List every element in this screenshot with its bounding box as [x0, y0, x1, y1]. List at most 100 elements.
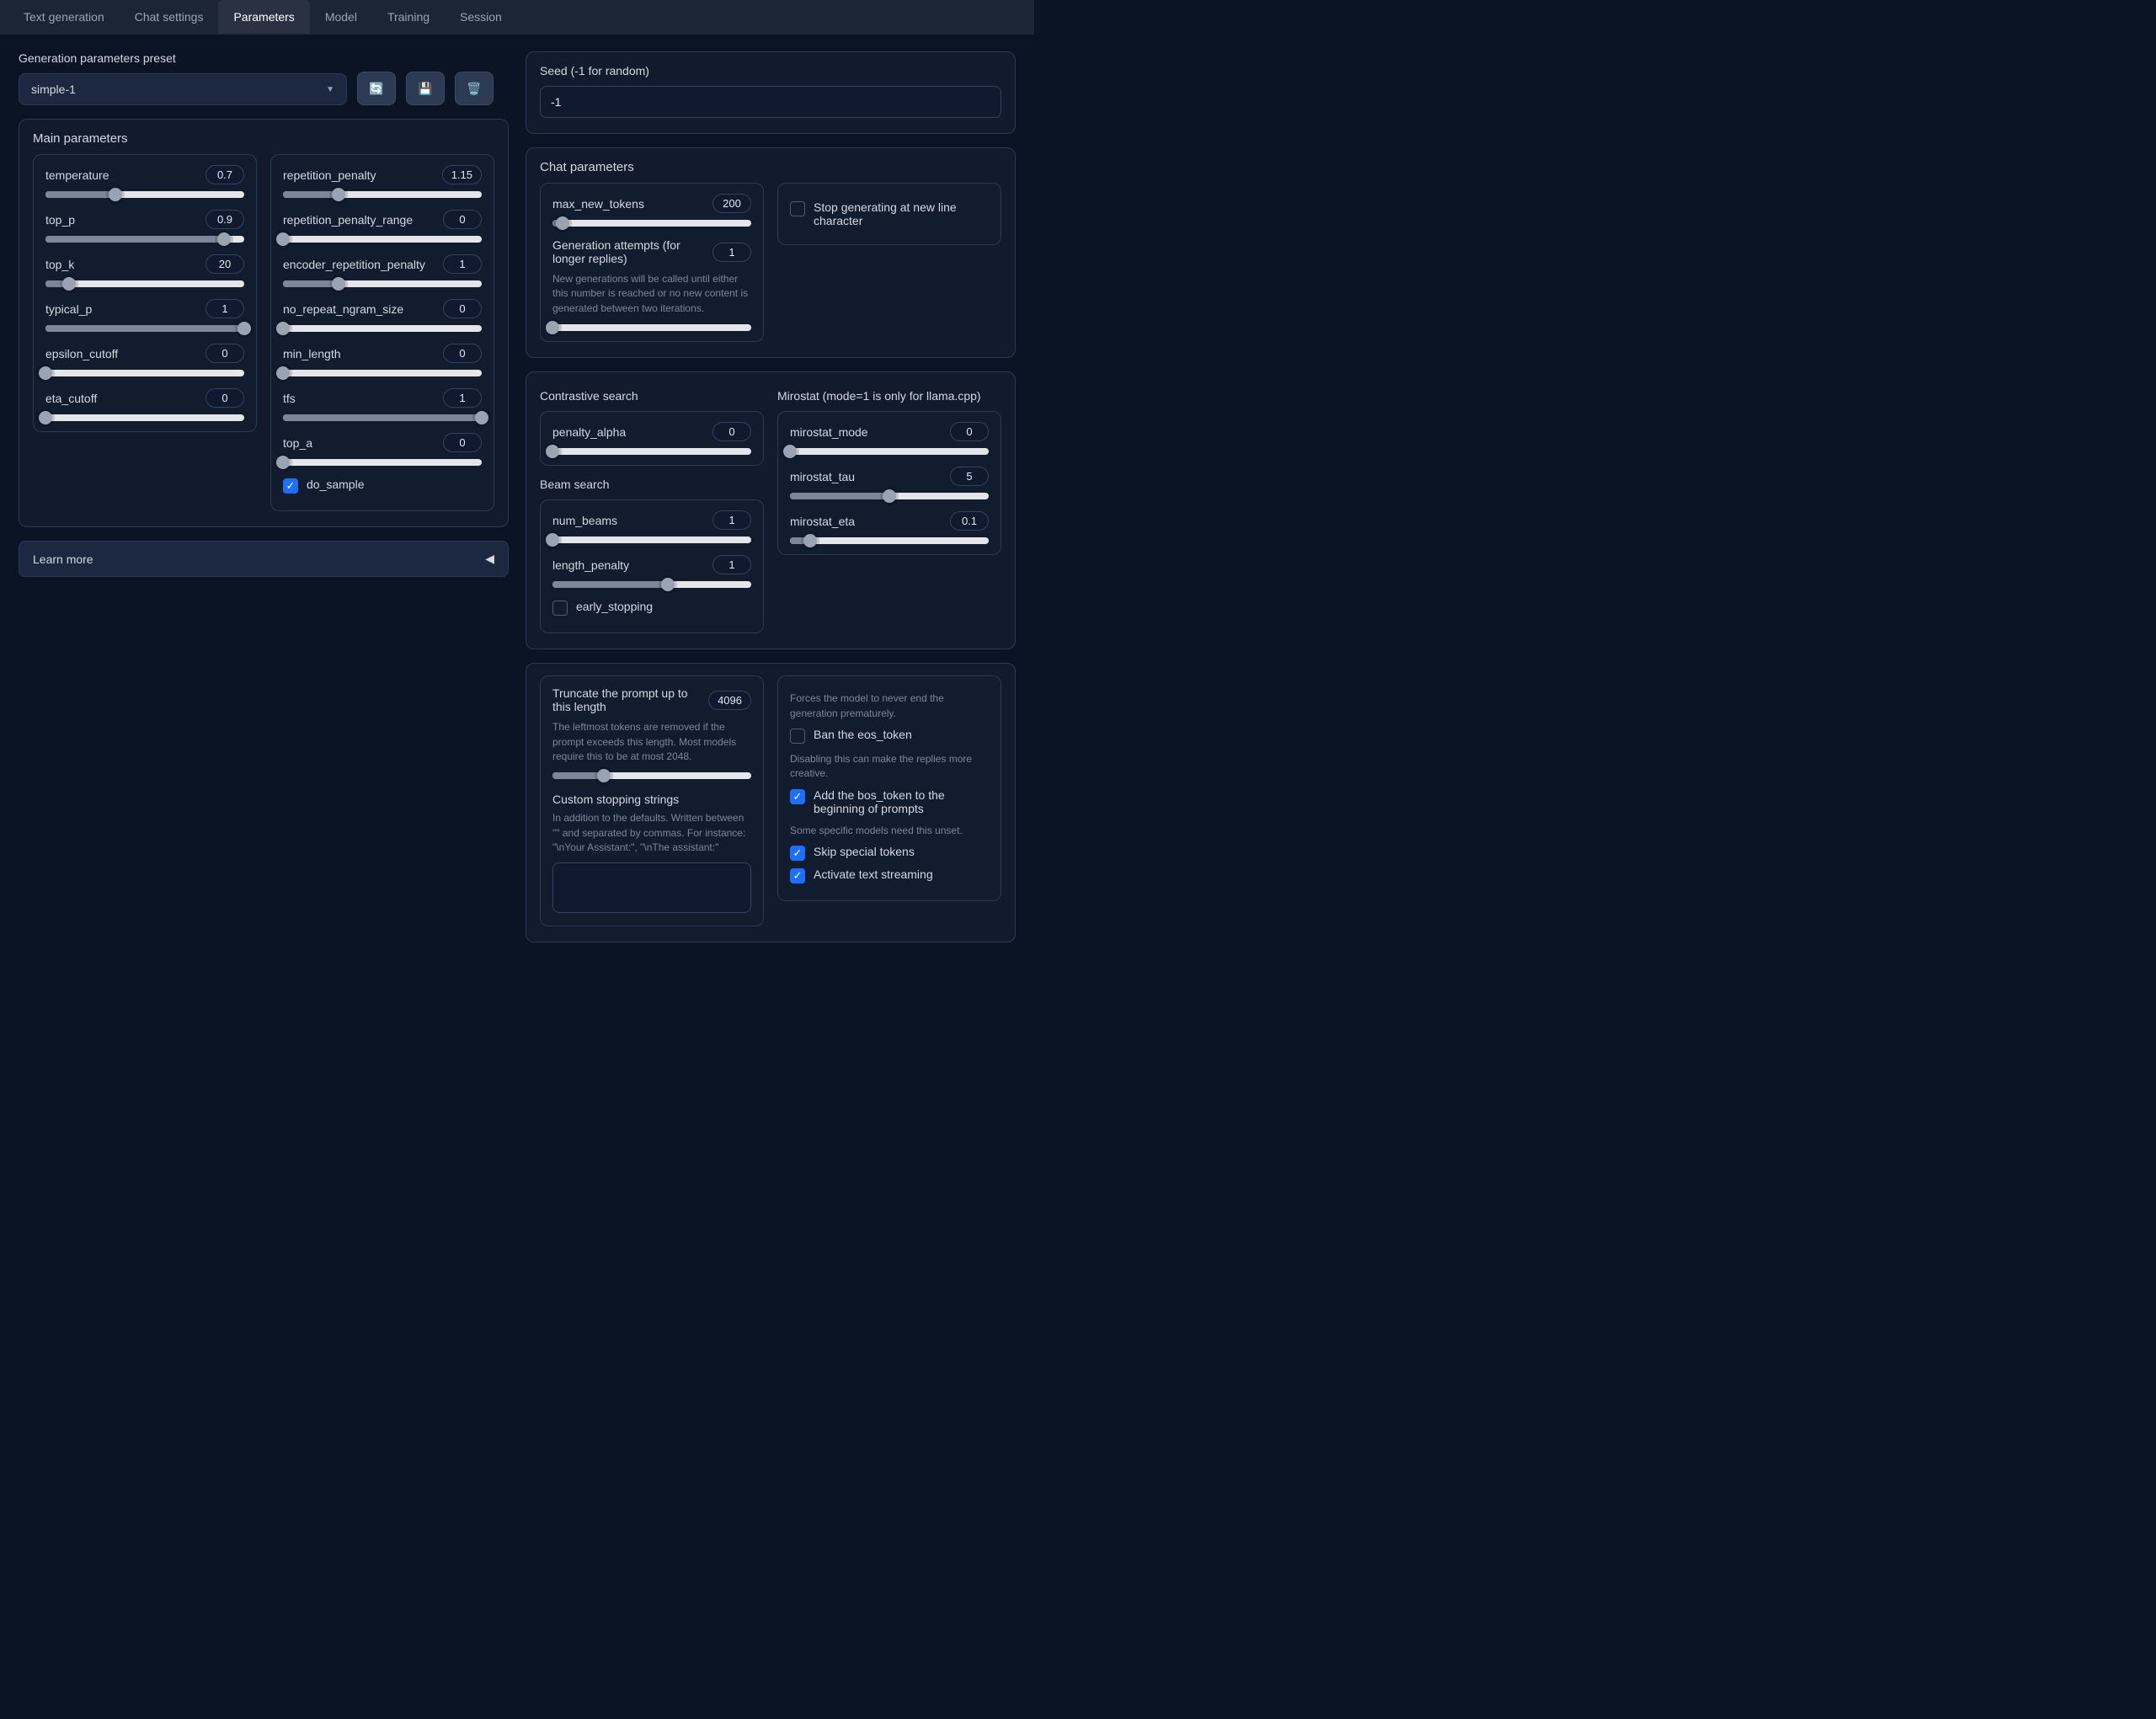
eta_cutoff-value[interactable]: 0 [205, 388, 244, 408]
stop-newline-checkbox[interactable]: Stop generating at new line character [790, 200, 989, 227]
length-penalty-slider[interactable] [552, 581, 751, 588]
top_k-slider[interactable] [45, 280, 244, 287]
mirostat-mode-value[interactable]: 0 [950, 422, 989, 441]
triangle-left-icon: ◀ [485, 552, 494, 566]
learn-more-toggle[interactable]: Learn more ◀ [19, 541, 509, 577]
truncate-value[interactable]: 4096 [708, 691, 751, 710]
seed-label: Seed (-1 for random) [540, 64, 1001, 77]
generation-attempts-slider[interactable] [552, 324, 751, 331]
learn-more-label: Learn more [33, 553, 93, 566]
no_repeat_ngram_size-value[interactable]: 0 [443, 299, 482, 318]
bottom-panel: Truncate the prompt up to this length 40… [526, 663, 1016, 942]
mirostat-tau-slider-row: mirostat_tau5 [790, 467, 989, 499]
flags-box: Forces the model to never end the genera… [777, 675, 1001, 901]
temperature-slider[interactable] [45, 191, 244, 198]
checkbox-box: ✓ [790, 868, 805, 884]
repetition_penalty_range-value[interactable]: 0 [443, 210, 482, 229]
mirostat-eta-value[interactable]: 0.1 [950, 511, 989, 531]
penalty-alpha-value[interactable]: 0 [712, 422, 751, 441]
epsilon_cutoff-label: epsilon_cutoff [45, 347, 118, 360]
checkbox-box: ✓ [790, 846, 805, 861]
typical_p-slider[interactable] [45, 325, 244, 332]
top_p-slider[interactable] [45, 236, 244, 243]
main-parameters-col2: repetition_penalty1.15repetition_penalty… [270, 154, 494, 511]
length-penalty-value[interactable]: 1 [712, 555, 751, 574]
chat-params-col2: Stop generating at new line character [777, 183, 1001, 245]
do-sample-label: do_sample [307, 478, 365, 491]
tab-training[interactable]: Training [372, 0, 445, 34]
preset-delete-button[interactable]: 🗑️ [455, 72, 494, 105]
refresh-icon: 🔄 [369, 82, 383, 96]
skip-special-checkbox[interactable]: ✓ Skip special tokens [790, 845, 989, 861]
penalty-alpha-slider[interactable] [552, 448, 751, 455]
preset-value: simple-1 [31, 83, 76, 96]
mirostat-mode-label: mirostat_mode [790, 425, 868, 439]
tfs-slider[interactable] [283, 414, 482, 421]
mirostat-tau-slider[interactable] [790, 493, 989, 499]
top_k-value[interactable]: 20 [205, 254, 244, 274]
top_a-value[interactable]: 0 [443, 433, 482, 452]
tab-text-generation[interactable]: Text generation [8, 0, 120, 34]
tab-chat-settings[interactable]: Chat settings [120, 0, 219, 34]
min_length-slider[interactable] [283, 370, 482, 376]
preset-select[interactable]: simple-1 ▼ [19, 73, 347, 105]
checkbox-box [790, 201, 805, 216]
do-sample-checkbox[interactable]: ✓do_sample [283, 478, 482, 494]
generation-attempts-value[interactable]: 1 [712, 243, 751, 262]
epsilon_cutoff-slider[interactable] [45, 370, 244, 376]
repetition_penalty-value[interactable]: 1.15 [442, 165, 482, 184]
mirostat-mode-slider[interactable] [790, 448, 989, 455]
mirostat-eta-slider-row: mirostat_eta0.1 [790, 511, 989, 544]
save-icon: 💾 [418, 82, 432, 96]
max-new-tokens-slider[interactable] [552, 220, 751, 227]
mirostat-title: Mirostat (mode=1 is only for llama.cpp) [777, 389, 1001, 403]
typical_p-value[interactable]: 1 [205, 299, 244, 318]
tfs-value[interactable]: 1 [443, 388, 482, 408]
eta_cutoff-label: eta_cutoff [45, 392, 97, 405]
epsilon_cutoff-value[interactable]: 0 [205, 344, 244, 363]
temperature-value[interactable]: 0.7 [205, 165, 244, 184]
eta_cutoff-slider[interactable] [45, 414, 244, 421]
length-penalty-label: length_penalty [552, 558, 629, 572]
repetition_penalty_range-slider-row: repetition_penalty_range 0 [283, 210, 482, 243]
early-stopping-label: early_stopping [576, 600, 653, 613]
beam-title: Beam search [540, 478, 764, 491]
main-parameters-panel: Main parameters temperature0.7top_p0.9to… [19, 119, 509, 527]
add-bos-checkbox[interactable]: ✓ Add the bos_token to the beginning of … [790, 788, 989, 815]
min_length-value[interactable]: 0 [443, 344, 482, 363]
num-beams-value[interactable]: 1 [712, 510, 751, 530]
mirostat-mode-slider-row: mirostat_mode 0 [790, 422, 989, 455]
max-new-tokens-label: max_new_tokens [552, 197, 644, 211]
encoder_repetition_penalty-value[interactable]: 1 [443, 254, 482, 274]
truncate-slider[interactable] [552, 772, 751, 779]
seed-input[interactable] [540, 86, 1001, 118]
activate-stream-checkbox[interactable]: ✓ Activate text streaming [790, 868, 989, 884]
num-beams-slider[interactable] [552, 537, 751, 543]
no_repeat_ngram_size-slider[interactable] [283, 325, 482, 332]
seed-panel: Seed (-1 for random) [526, 51, 1016, 134]
top_p-label: top_p [45, 213, 75, 227]
no_repeat_ngram_size-slider-row: no_repeat_ngram_size0 [283, 299, 482, 332]
custom-stop-input[interactable] [552, 862, 751, 913]
tfs-slider-row: tfs1 [283, 388, 482, 421]
top_p-value[interactable]: 0.9 [205, 210, 244, 229]
tab-model[interactable]: Model [310, 0, 372, 34]
skip-special-label: Skip special tokens [814, 845, 915, 858]
truncate-box: Truncate the prompt up to this length 40… [540, 675, 764, 926]
repetition_penalty-slider[interactable] [283, 191, 482, 198]
tab-parameters[interactable]: Parameters [218, 0, 309, 34]
ban-eos-checkbox[interactable]: Ban the eos_token [790, 728, 989, 744]
early-stopping-checkbox[interactable]: early_stopping [552, 600, 751, 616]
max-new-tokens-slider-row: max_new_tokens 200 [552, 194, 751, 227]
repetition_penalty_range-slider[interactable] [283, 236, 482, 243]
max-new-tokens-value[interactable]: 200 [712, 194, 751, 213]
preset-save-button[interactable]: 💾 [406, 72, 445, 105]
tab-session[interactable]: Session [445, 0, 517, 34]
repetition_penalty_range-label: repetition_penalty_range [283, 213, 413, 227]
preset-refresh-button[interactable]: 🔄 [357, 72, 396, 105]
length-penalty-slider-row: length_penalty 1 [552, 555, 751, 588]
top_a-slider[interactable] [283, 459, 482, 466]
mirostat-eta-slider[interactable] [790, 537, 989, 544]
mirostat-tau-value[interactable]: 5 [950, 467, 989, 486]
encoder_repetition_penalty-slider[interactable] [283, 280, 482, 287]
